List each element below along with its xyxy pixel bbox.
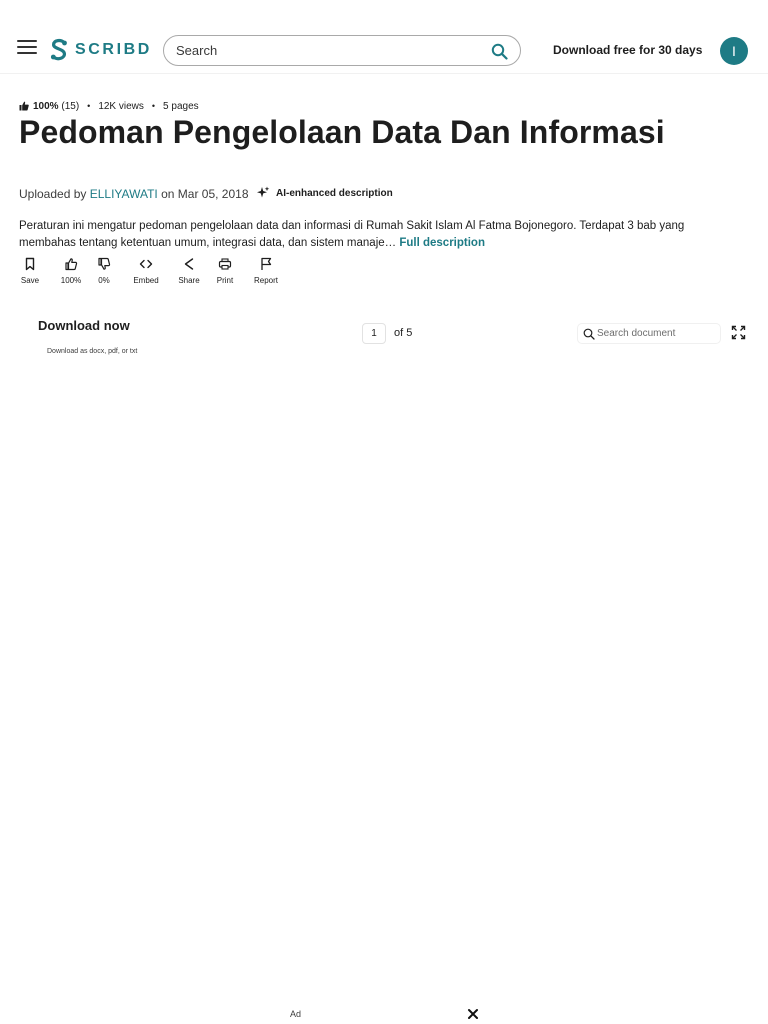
dislike-button[interactable]: 0% bbox=[95, 257, 113, 285]
page-total-label: of 5 bbox=[394, 327, 413, 339]
fullscreen-icon[interactable] bbox=[731, 325, 746, 340]
document-stats: 100% (15) • 12K views • 5 pages bbox=[19, 99, 199, 113]
document-search-input[interactable] bbox=[597, 324, 717, 343]
ad-label: Ad bbox=[290, 1009, 302, 1019]
ai-description-badge: AI-enhanced description bbox=[256, 186, 393, 200]
full-description-link[interactable]: Full description bbox=[399, 237, 485, 249]
uploaded-by-label: Uploaded by bbox=[19, 187, 87, 201]
ai-description-label: AI-enhanced description bbox=[276, 187, 393, 199]
upload-info: Uploaded by ELLIYAWATI on Mar 05, 2018 bbox=[19, 187, 249, 201]
sparkle-icon bbox=[257, 186, 270, 198]
rating-count: (15) bbox=[61, 100, 80, 112]
download-free-trial-link[interactable]: Download free for 30 days bbox=[553, 43, 702, 57]
share-label: Share bbox=[178, 276, 200, 285]
scribd-logo[interactable]: SCRIBD bbox=[49, 38, 152, 62]
report-label: Report bbox=[253, 276, 278, 285]
separator-dot: • bbox=[151, 101, 156, 111]
user-avatar[interactable]: I bbox=[720, 37, 748, 65]
print-button[interactable]: Print bbox=[212, 257, 238, 285]
thumbs-down-icon bbox=[98, 257, 111, 270]
save-button[interactable]: Save bbox=[17, 257, 43, 285]
print-icon bbox=[218, 258, 232, 270]
thumbs-up-filled-icon bbox=[19, 101, 29, 111]
close-ad-icon[interactable] bbox=[467, 1008, 479, 1020]
author-link[interactable]: ELLIYAWATI bbox=[90, 187, 158, 201]
embed-button[interactable]: Embed bbox=[127, 257, 165, 285]
search-document-icon bbox=[583, 328, 595, 340]
download-now-button[interactable]: Download now bbox=[38, 318, 130, 333]
site-search-box bbox=[163, 35, 521, 66]
save-label: Save bbox=[20, 276, 40, 285]
rating-percent: 100% bbox=[33, 100, 59, 112]
views-count: 12K views bbox=[98, 100, 144, 112]
report-button[interactable]: Report bbox=[251, 257, 281, 285]
document-actions: Save 100% 0% Embed Share Print Report bbox=[17, 257, 281, 285]
separator-dot: • bbox=[87, 101, 91, 111]
code-icon bbox=[139, 259, 153, 269]
dislike-percent-label: 0% bbox=[98, 276, 110, 285]
document-search-box bbox=[577, 323, 721, 344]
description-text: Peraturan ini mengatur pedoman pengelola… bbox=[19, 220, 685, 249]
site-search-input[interactable] bbox=[176, 36, 476, 65]
top-navigation-bar: SCRIBD Download free for 30 days I bbox=[0, 0, 768, 74]
page-count: 5 pages bbox=[163, 100, 199, 112]
page-number-input[interactable] bbox=[362, 323, 386, 344]
flag-icon bbox=[261, 257, 272, 270]
share-icon bbox=[184, 258, 194, 270]
upload-date: on Mar 05, 2018 bbox=[161, 187, 249, 201]
logo-wordmark: SCRIBD bbox=[75, 41, 152, 58]
hamburger-menu-icon[interactable] bbox=[17, 40, 37, 56]
thumbs-up-icon bbox=[65, 258, 78, 271]
embed-label: Embed bbox=[133, 276, 159, 285]
document-description: Peraturan ini mengatur pedoman pengelola… bbox=[19, 218, 744, 252]
scribd-logo-mark-icon bbox=[50, 38, 67, 61]
bookmark-icon bbox=[25, 257, 35, 271]
like-percent-label: 100% bbox=[60, 276, 82, 285]
like-button[interactable]: 100% bbox=[47, 257, 95, 285]
share-button[interactable]: Share bbox=[172, 257, 206, 285]
download-formats-note: Download as docx, pdf, or txt bbox=[47, 348, 138, 355]
search-icon[interactable] bbox=[491, 43, 508, 60]
document-title: Pedoman Pengelolaan Data Dan Informasi bbox=[19, 114, 665, 150]
print-label: Print bbox=[216, 276, 234, 285]
